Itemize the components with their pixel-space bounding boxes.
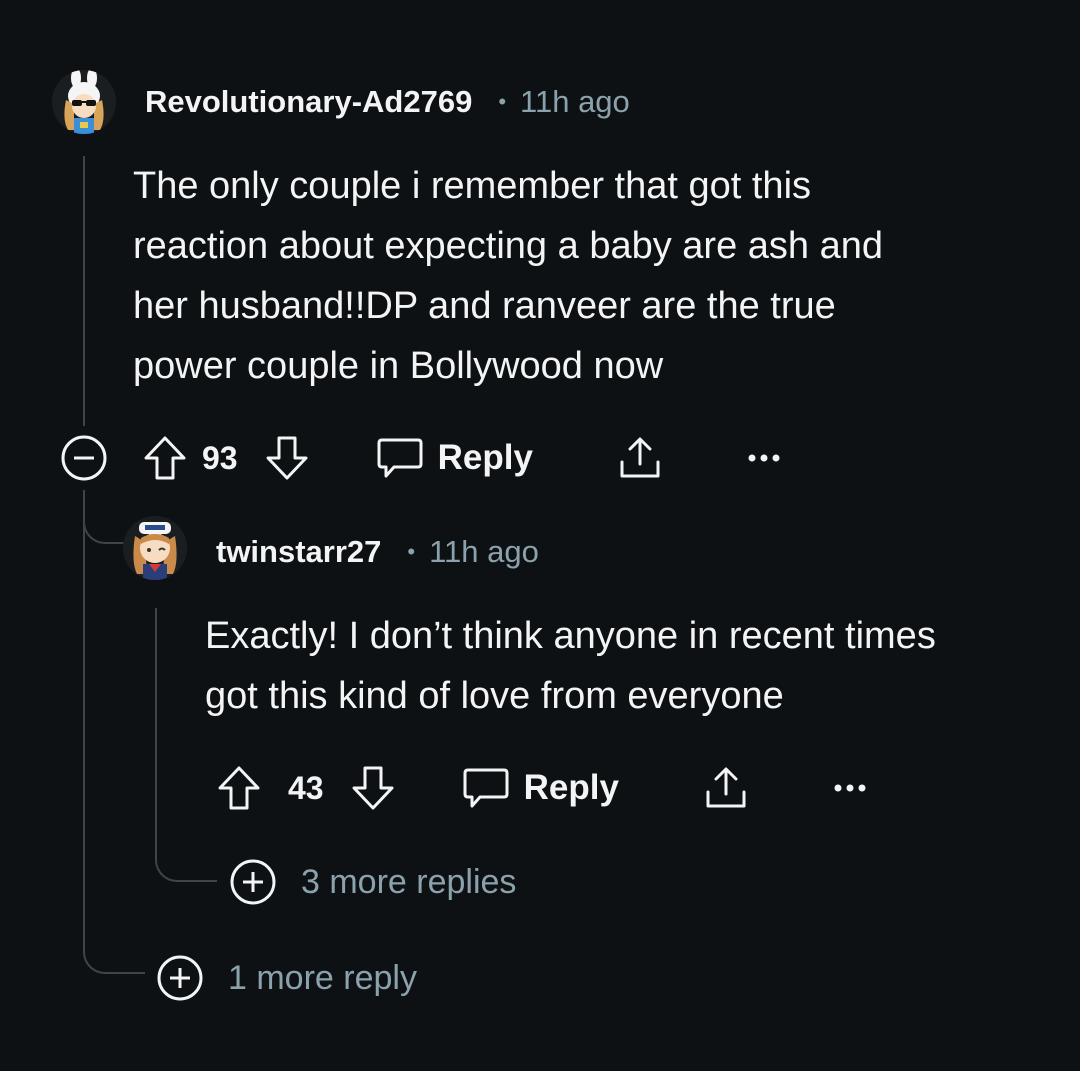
comment-actions: 93 Reply <box>60 428 781 488</box>
reply-body: Exactly! I don’t think anyone in recent … <box>205 606 936 726</box>
thread-line-main <box>83 156 85 426</box>
upvote-icon <box>144 436 186 480</box>
expand-plus-icon <box>230 859 276 905</box>
reply-downvote-button[interactable] <box>350 764 396 812</box>
more-options-icon <box>748 454 780 462</box>
meta-separator: • <box>498 89 507 114</box>
reply-upvote-button[interactable] <box>216 764 262 812</box>
sailor-avatar-icon <box>123 516 187 580</box>
reply-share-button[interactable] <box>703 764 749 812</box>
thread-line-reply <box>155 608 157 748</box>
reply-line: got this kind of love from everyone <box>205 675 784 717</box>
comment-line: her husband!!DP and ranveer are the true <box>133 285 836 327</box>
more-replies-label: 3 more replies <box>301 862 517 901</box>
comment-line: reaction about expecting a baby are ash … <box>133 225 883 267</box>
share-icon <box>706 767 746 808</box>
downvote-button[interactable] <box>264 434 310 482</box>
share-icon <box>620 437 660 478</box>
comment-meta: Revolutionary-Ad2769 • 11h ago <box>145 80 630 124</box>
comment-line: The only couple i remember that got this <box>133 165 812 207</box>
reply-meta: twinstarr27 • 11h ago <box>216 530 539 574</box>
reply-reply-button[interactable]: Reply <box>462 766 619 810</box>
comment-body: The only couple i remember that got this… <box>133 156 883 396</box>
more-reply-label: 1 more reply <box>228 958 417 997</box>
reply-button[interactable]: Reply <box>376 436 533 480</box>
bunny-avatar-icon <box>52 70 116 134</box>
reply-username[interactable]: twinstarr27 <box>216 534 381 570</box>
expand-plus-icon <box>157 955 203 1001</box>
reply-timestamp: 11h ago <box>429 534 539 569</box>
reply-actions: 43 Reply <box>216 758 867 818</box>
downvote-icon <box>266 436 308 480</box>
reply-line: Exactly! I don’t think anyone in recent … <box>205 615 936 657</box>
comment-line: power couple in Bollywood now <box>133 345 664 387</box>
share-button[interactable] <box>617 434 663 482</box>
more-options-icon <box>834 784 866 792</box>
reply-vote-count: 43 <box>288 769 324 806</box>
upvote-button[interactable] <box>142 434 188 482</box>
meta-separator: • <box>407 539 416 564</box>
thread-more-reply-button[interactable]: 1 more reply <box>156 953 417 1003</box>
chat-bubble-icon <box>377 438 423 478</box>
username[interactable]: Revolutionary-Ad2769 <box>145 84 472 120</box>
upvote-icon <box>218 766 260 810</box>
collapse-button[interactable] <box>60 434 108 482</box>
more-options-button[interactable] <box>747 452 781 464</box>
collapse-icon <box>61 435 107 481</box>
reply-more-options-button[interactable] <box>833 782 867 794</box>
reply-more-replies-button[interactable]: 3 more replies <box>229 857 516 907</box>
timestamp: 11h ago <box>520 84 630 119</box>
avatar[interactable] <box>52 70 116 134</box>
reply-avatar[interactable] <box>123 516 187 580</box>
vote-count: 93 <box>202 439 238 476</box>
reply-label: Reply <box>437 438 533 477</box>
reply-label: Reply <box>523 768 619 807</box>
downvote-icon <box>352 766 394 810</box>
thread-connector-reply-more <box>155 748 217 882</box>
chat-bubble-icon <box>463 768 509 808</box>
